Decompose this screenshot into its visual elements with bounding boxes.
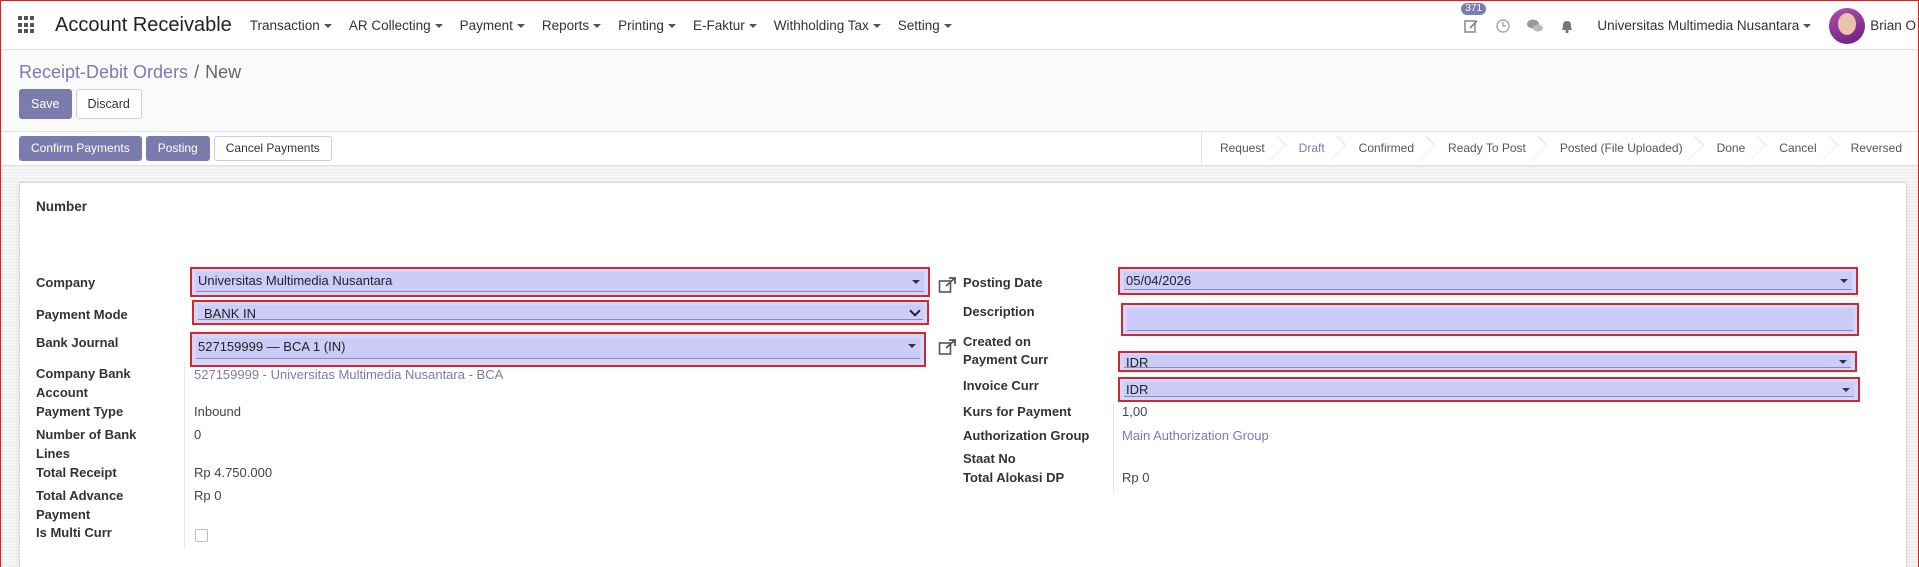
breadcrumb-current: New	[205, 62, 242, 82]
total-receipt-value: Rp 4.750.000	[194, 465, 273, 480]
company-bank-account-link[interactable]: 527159999 - Universitas Multimedia Nusan…	[194, 366, 503, 384]
company-bank-label-line1: Company Bank	[36, 366, 131, 381]
payment-curr-field[interactable]: IDR	[1118, 351, 1857, 372]
posting-date-caret-icon	[1840, 279, 1848, 283]
workflow-buttons: Confirm Payments Posting Cancel Payments	[19, 136, 332, 161]
company-value: Universitas Multimedia Nusantara	[196, 272, 924, 292]
posting-date-value: 05/04/2026	[1124, 272, 1852, 290]
menu-e-faktur[interactable]: E-Faktur	[693, 18, 757, 33]
menu-payment[interactable]: Payment	[460, 18, 525, 33]
menu-reports[interactable]: Reports	[542, 18, 602, 33]
stage-request[interactable]: Request	[1202, 132, 1281, 165]
stage-posted-file-uploaded[interactable]: Posted (File Uploaded)	[1542, 132, 1699, 165]
total-alokasi-dp-label: Total Alokasi DP	[963, 470, 1065, 485]
confirm-payments-button[interactable]: Confirm Payments	[19, 136, 142, 161]
chat-icon[interactable]	[1525, 16, 1545, 36]
payment-curr-caret-icon	[1839, 359, 1847, 364]
posting-date-field[interactable]: 05/04/2026	[1118, 267, 1858, 295]
payment-curr-value: IDR	[1124, 355, 1851, 370]
company-dropdown-caret-icon	[912, 280, 920, 284]
apps-grid-icon[interactable]	[18, 16, 36, 34]
total-advance-value: Rp 0	[194, 488, 222, 503]
top-navbar: Account Receivable Transaction AR Collec…	[1, 1, 1918, 50]
app-title[interactable]: Account Receivable	[55, 14, 232, 37]
bank-journal-value: 527159999 — BCA 1 (IN)	[196, 338, 920, 359]
payment-mode-label: Payment Mode	[36, 307, 128, 322]
breadcrumb-separator: /	[194, 62, 200, 82]
kurs-value: 1,00	[1122, 404, 1148, 419]
invoice-curr-caret-icon	[1842, 387, 1850, 392]
bank-lines-value: 0	[194, 427, 202, 442]
avatar[interactable]	[1829, 7, 1866, 44]
total-alokasi-dp-value: Rp 0	[1122, 470, 1150, 485]
stage-done[interactable]: Done	[1699, 132, 1762, 165]
stage-cancel[interactable]: Cancel	[1761, 132, 1832, 165]
control-panel: Receipt-Debit Orders / New Save Discard	[1, 50, 1918, 132]
multi-curr-checkbox[interactable]	[195, 529, 208, 542]
breadcrumb: Receipt-Debit Orders / New	[19, 62, 241, 83]
number-label: Number	[36, 199, 88, 214]
multi-curr-label: Is Multi Curr	[36, 525, 112, 540]
bank-lines-label-line1: Number of Bank	[36, 427, 137, 442]
company-label: Company	[36, 275, 96, 290]
authorization-group-link[interactable]: Main Authorization Group	[1122, 427, 1269, 445]
payment-type-label: Payment Type	[36, 404, 124, 419]
menu-setting[interactable]: Setting	[898, 18, 952, 33]
invoice-curr-value: IDR	[1124, 382, 1854, 397]
stage-draft[interactable]: Draft	[1281, 132, 1341, 165]
description-value	[1127, 308, 1853, 331]
stage-ready-to-post[interactable]: Ready To Post	[1430, 132, 1542, 165]
bank-lines-label-line2: Lines	[36, 446, 70, 461]
status-bar: Confirm Payments Posting Cancel Payments…	[1, 132, 1918, 166]
cancel-payments-button[interactable]: Cancel Payments	[213, 136, 332, 161]
total-advance-label-line1: Total Advance	[36, 488, 124, 503]
menu-ar-collecting[interactable]: AR Collecting	[349, 18, 443, 33]
menu-printing[interactable]: Printing	[618, 18, 676, 33]
form-buttons: Save Discard	[19, 89, 142, 119]
created-on-label: Created on	[963, 334, 1031, 349]
invoice-curr-field[interactable]: IDR	[1118, 377, 1860, 402]
payment-curr-label: Payment Curr	[963, 352, 1049, 367]
stage-reversed[interactable]: Reversed	[1833, 132, 1918, 165]
description-label: Description	[963, 304, 1035, 319]
kurs-label: Kurs for Payment	[963, 404, 1072, 419]
clock-icon[interactable]	[1493, 16, 1513, 36]
stage-confirmed[interactable]: Confirmed	[1341, 132, 1430, 165]
menu-withholding-tax[interactable]: Withholding Tax	[774, 18, 881, 33]
left-column-separator	[184, 363, 185, 549]
company-bank-label-line2: Account	[36, 385, 88, 400]
bank-journal-external-link-icon[interactable]	[938, 338, 958, 356]
user-menu[interactable]: Brian O	[1870, 18, 1916, 33]
discard-button[interactable]: Discard	[75, 89, 142, 119]
staat-no-label: Staat No	[963, 451, 1016, 466]
posting-button[interactable]: Posting	[145, 136, 210, 161]
edit-activity-icon[interactable]: 371	[1461, 2, 1487, 36]
bank-journal-label: Bank Journal	[36, 335, 119, 350]
total-receipt-label: Total Receipt	[36, 465, 117, 480]
bank-journal-field[interactable]: 527159999 — BCA 1 (IN)	[190, 332, 926, 367]
company-external-link-icon[interactable]	[938, 276, 958, 294]
activity-count-badge: 371	[1461, 2, 1487, 15]
company-field[interactable]: Universitas Multimedia Nusantara	[190, 267, 930, 297]
posting-date-label: Posting Date	[963, 275, 1043, 290]
main-menu: Transaction AR Collecting Payment Report…	[250, 18, 969, 33]
bank-journal-dropdown-caret-icon	[908, 343, 916, 348]
status-stages: Request Draft Confirmed Ready To Post Po…	[1200, 132, 1918, 165]
right-column-separator	[1113, 404, 1114, 493]
menu-transaction[interactable]: Transaction	[250, 18, 332, 33]
payment-mode-value: BANK IN	[198, 305, 923, 321]
total-advance-label-line2: Payment	[36, 507, 91, 522]
save-button[interactable]: Save	[19, 89, 72, 119]
payment-type-value: Inbound	[194, 404, 241, 419]
payment-mode-select[interactable]: BANK IN	[192, 300, 929, 325]
navbar-right: 371 Universitas Multimedia Nusantara Bri…	[1461, 1, 1918, 50]
bell-icon[interactable]	[1557, 16, 1577, 36]
company-switcher[interactable]: Universitas Multimedia Nusantara	[1597, 18, 1812, 33]
invoice-curr-label: Invoice Curr	[963, 378, 1039, 393]
authorization-group-label: Authorization Group	[963, 428, 1090, 443]
breadcrumb-parent-link[interactable]: Receipt-Debit Orders	[19, 62, 188, 82]
description-input[interactable]	[1121, 303, 1859, 336]
